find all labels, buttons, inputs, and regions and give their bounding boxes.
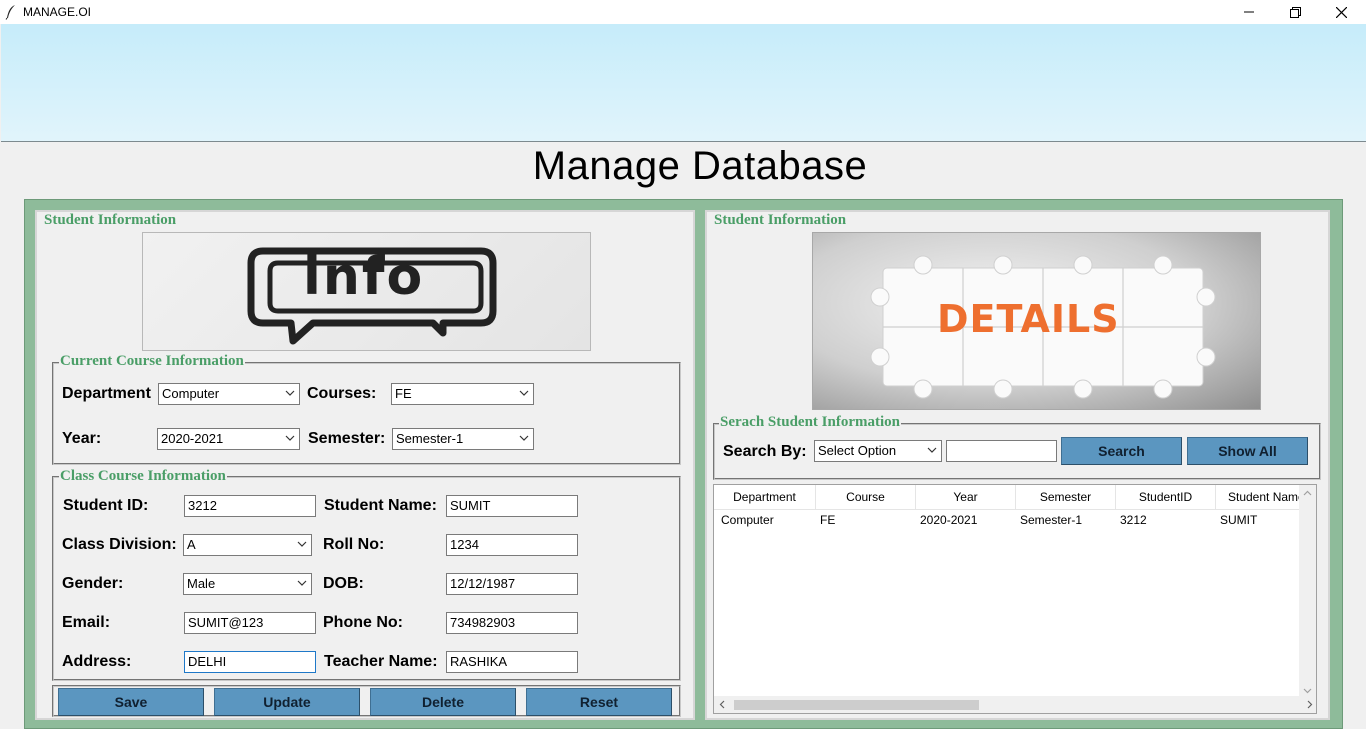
class-division-select-value: A xyxy=(187,537,196,552)
update-button[interactable]: Update xyxy=(214,688,360,716)
gender-select[interactable]: Male xyxy=(183,573,312,595)
info-image: info xyxy=(142,232,591,351)
window-title: MANAGE.OI xyxy=(23,5,92,19)
dob-label: DOB: xyxy=(323,575,364,592)
column-header[interactable]: Student Name xyxy=(1216,485,1304,510)
chevron-down-icon[interactable] xyxy=(1303,688,1312,694)
phone-input[interactable]: 734982903 xyxy=(446,612,578,634)
table-cell: 3212 xyxy=(1120,513,1147,527)
chevron-down-icon xyxy=(285,435,295,441)
courses-select-value: FE xyxy=(395,386,412,401)
chevron-down-icon xyxy=(519,435,529,441)
department-label: Department xyxy=(62,385,151,402)
courses-select[interactable]: FE xyxy=(391,383,534,405)
year-label: Year: xyxy=(62,430,102,447)
current-course-group xyxy=(52,362,681,465)
semester-select-value: Semester-1 xyxy=(396,431,464,446)
vertical-scrollbar[interactable] xyxy=(1299,485,1316,697)
table-cell: Semester-1 xyxy=(1020,513,1083,527)
title-bar: MANAGE.OI xyxy=(0,0,1366,24)
column-header[interactable]: Semester xyxy=(1016,485,1116,510)
address-input[interactable]: DELHI xyxy=(184,651,316,673)
gender-select-value: Male xyxy=(187,576,216,591)
column-header[interactable]: Course xyxy=(816,485,916,510)
column-header[interactable]: Department xyxy=(714,485,816,510)
minimize-icon xyxy=(1244,11,1254,13)
column-header[interactable]: Year xyxy=(916,485,1016,510)
phone-label: Phone No: xyxy=(323,614,403,631)
right-panel-title: Student Information xyxy=(713,212,848,229)
chevron-down-icon xyxy=(927,447,937,453)
restore-icon xyxy=(1289,6,1301,18)
search-button[interactable]: Search xyxy=(1061,437,1182,465)
page-title: Manage Database xyxy=(532,144,868,188)
search-by-select-value: Select Option xyxy=(818,443,897,458)
student-id-input[interactable]: 3212 xyxy=(184,495,316,517)
class-division-select[interactable]: A xyxy=(183,534,312,556)
chevron-down-icon xyxy=(285,390,295,396)
semester-label: Semester: xyxy=(308,430,386,447)
results-table[interactable]: Department Course Year Semester StudentI… xyxy=(713,484,1317,714)
search-by-select[interactable]: Select Option xyxy=(814,440,942,462)
teacher-name-label: Teacher Name: xyxy=(324,653,438,670)
left-panel-title: Student Information xyxy=(43,212,178,229)
scrollbar-thumb[interactable] xyxy=(734,700,979,710)
chevron-down-icon xyxy=(297,580,307,586)
department-select-value: Computer xyxy=(162,386,220,401)
close-button[interactable] xyxy=(1318,0,1364,24)
email-label: Email: xyxy=(62,614,111,631)
chevron-down-icon xyxy=(297,541,307,547)
student-name-input[interactable]: SUMIT xyxy=(446,495,578,517)
teacher-name-input[interactable]: RASHIKA xyxy=(446,651,578,673)
minimize-button[interactable] xyxy=(1226,0,1272,24)
chevron-down-icon xyxy=(519,390,529,396)
department-select[interactable]: Computer xyxy=(158,383,300,405)
search-input[interactable] xyxy=(946,440,1057,462)
dob-input[interactable]: 12/12/1987 xyxy=(446,573,578,595)
table-cell: FE xyxy=(820,513,836,527)
class-division-label: Class Division: xyxy=(62,536,177,553)
close-icon xyxy=(1335,6,1347,18)
year-select[interactable]: 2020-2021 xyxy=(157,428,300,450)
chevron-left-icon[interactable] xyxy=(719,700,725,709)
student-name-label: Student Name: xyxy=(324,497,437,514)
chevron-right-icon[interactable] xyxy=(1307,700,1313,709)
address-label: Address: xyxy=(62,653,132,670)
save-button[interactable]: Save xyxy=(58,688,204,716)
search-by-label: Search By: xyxy=(723,443,807,460)
roll-no-label: Roll No: xyxy=(323,536,385,553)
delete-button[interactable]: Delete xyxy=(370,688,516,716)
table-cell: Computer xyxy=(721,513,774,527)
class-course-legend: Class Course Information xyxy=(59,468,227,485)
show-all-button[interactable]: Show All xyxy=(1187,437,1308,465)
horizontal-scrollbar[interactable] xyxy=(714,696,1316,713)
column-header[interactable]: StudentID xyxy=(1116,485,1216,510)
reset-button[interactable]: Reset xyxy=(526,688,672,716)
table-header: Department Course Year Semester StudentI… xyxy=(714,485,1304,510)
chevron-up-icon[interactable] xyxy=(1303,490,1312,496)
student-id-label: Student ID: xyxy=(63,497,149,514)
year-select-value: 2020-2021 xyxy=(161,431,224,446)
email-input[interactable]: SUMIT@123 xyxy=(184,612,316,634)
feather-icon xyxy=(5,5,15,20)
table-cell: SUMIT xyxy=(1220,513,1258,527)
details-image-text: DETAILS xyxy=(937,297,1120,341)
courses-label: Courses: xyxy=(307,385,377,402)
table-cell: 2020-2021 xyxy=(920,513,978,527)
details-image: DETAILS xyxy=(812,232,1261,410)
roll-no-input[interactable]: 1234 xyxy=(446,534,578,556)
semester-select[interactable]: Semester-1 xyxy=(392,428,534,450)
info-image-text: info xyxy=(303,247,425,307)
gender-label: Gender: xyxy=(62,575,124,592)
restore-button[interactable] xyxy=(1272,0,1318,24)
header-banner xyxy=(1,24,1366,142)
current-course-legend: Current Course Information xyxy=(59,353,245,370)
search-legend: Serach Student Information xyxy=(719,414,902,431)
